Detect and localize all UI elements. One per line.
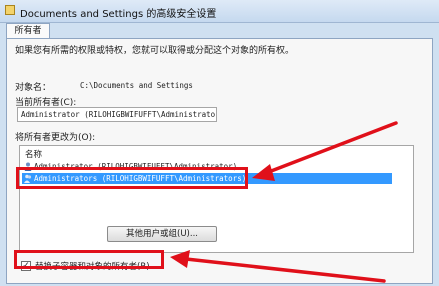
object-name-value: C:\Documents and Settings — [80, 81, 193, 90]
folder-icon — [5, 5, 15, 15]
change-owner-label: 将所有者更改为(O): — [15, 133, 96, 143]
owner-list[interactable]: 名称 Administrator (RILOHIGBWIFUFFT\Admini… — [19, 145, 414, 253]
object-name-label: 对象名： — [15, 83, 52, 93]
owner-panel: 如果您有所需的权限或特权，您就可以取得或分配这个对象的所有权。 对象名： C:\… — [6, 38, 433, 284]
window-title: Documents and Settings 的高级安全设置 — [20, 9, 217, 20]
tab-owner[interactable]: 所有者 — [6, 23, 50, 39]
replace-owner-label: 替换子容器和对象的所有者(R) — [35, 262, 150, 272]
intro-text: 如果您有所需的权限或特权，您就可以取得或分配这个对象的所有权。 — [15, 46, 295, 56]
list-header-name[interactable]: 名称 — [25, 148, 42, 160]
group-icon — [24, 174, 32, 183]
current-owner-field: Administrator (RILOHIGBWIFUFFT\Administr… — [17, 107, 217, 122]
user-icon — [24, 162, 32, 171]
title-bar[interactable]: Documents and Settings 的高级安全设置 — [0, 0, 439, 23]
replace-owner-checkbox[interactable]: ✓ — [21, 261, 31, 271]
list-item-label: Administrators (RILOHIGBWIFUFFT\Administ… — [34, 174, 247, 183]
other-users-or-groups-button[interactable]: 其他用户或组(U)... — [107, 226, 217, 242]
list-item[interactable]: Administrator (RILOHIGBWIFUFFT\Administr… — [22, 161, 392, 172]
advanced-security-settings-window: Documents and Settings 的高级安全设置 所有者 如果您有所… — [0, 0, 439, 286]
list-item-label: Administrator (RILOHIGBWIFUFFT\Administr… — [34, 162, 238, 171]
list-item-selected[interactable]: Administrators (RILOHIGBWIFUFFT\Administ… — [22, 173, 392, 184]
